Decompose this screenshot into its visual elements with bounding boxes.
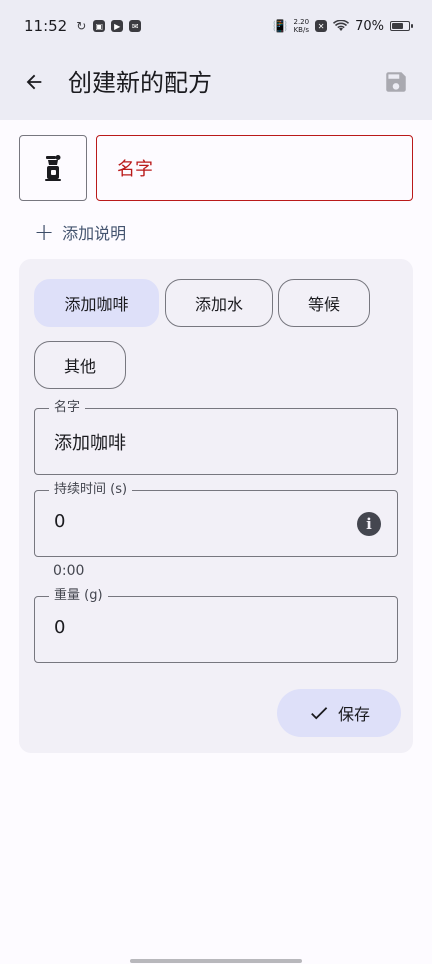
- status-right: 📳 2.20 KB/s ✕ 70%: [272, 18, 413, 34]
- network-speed: 2.20 KB/s: [294, 18, 310, 34]
- status-bar: 11:52 ↻ ▣ ▶ ✉ 📳 2.20 KB/s ✕ 70%: [0, 0, 432, 52]
- save-recipe-button[interactable]: [380, 66, 412, 98]
- duration-value: 0: [54, 511, 66, 532]
- network-speed-unit: KB/s: [293, 26, 309, 34]
- sync-icon: ↻: [76, 19, 87, 33]
- check-icon: [311, 707, 328, 720]
- app-notification-icon: ▣: [93, 20, 106, 32]
- status-left: 11:52 ↻ ▣ ▶ ✉: [24, 17, 142, 35]
- coffee-grinder-icon: [45, 155, 61, 181]
- play-icon: ▶: [111, 20, 124, 32]
- recipe-name-input[interactable]: 名字: [96, 135, 413, 201]
- save-step-label: 保存: [337, 705, 370, 724]
- weight-value: 0: [54, 617, 66, 638]
- chip-add-water[interactable]: 添加水: [165, 279, 273, 327]
- info-icon[interactable]: i: [357, 512, 381, 536]
- app-bar: 创建新的配方: [0, 52, 432, 120]
- no-sim-icon: ✕: [315, 20, 328, 32]
- step-name-value: 添加咖啡: [54, 433, 126, 454]
- duration-label: 持续时间 (s): [49, 481, 133, 499]
- step-name-field[interactable]: 名字 添加咖啡: [34, 399, 398, 475]
- step-editor-card: 添加咖啡 添加水 等候 其他 名字 添加咖啡 持续时间 (s) 0 i 0:00…: [19, 259, 413, 753]
- wifi-icon: [333, 20, 350, 31]
- battery-percent: 70%: [355, 18, 384, 34]
- back-button[interactable]: [18, 66, 50, 98]
- status-time: 11:52: [24, 17, 68, 35]
- network-speed-value: 2.20: [293, 18, 310, 26]
- duration-field[interactable]: 持续时间 (s) 0 i: [34, 481, 398, 557]
- arrow-back-icon: [26, 74, 42, 90]
- page-title: 创建新的配方: [68, 69, 212, 97]
- weight-field[interactable]: 重量 (g) 0: [34, 587, 398, 663]
- add-description-button[interactable]: + 添加说明: [34, 218, 126, 246]
- message-icon: ✉: [129, 20, 142, 32]
- gesture-nav-handle[interactable]: [130, 959, 302, 963]
- plus-icon: +: [34, 218, 55, 246]
- step-name-label: 名字: [49, 399, 86, 417]
- battery-fill: [392, 23, 404, 29]
- vibrate-icon: 📳: [272, 19, 288, 33]
- recipe-icon-picker[interactable]: [19, 135, 87, 201]
- battery-icon: [390, 21, 413, 31]
- chip-add-coffee[interactable]: 添加咖啡: [34, 279, 159, 327]
- chip-other[interactable]: 其他: [34, 341, 126, 389]
- chip-wait[interactable]: 等候: [278, 279, 370, 327]
- floppy-disk-icon: [386, 72, 406, 92]
- save-step-button[interactable]: 保存: [277, 689, 401, 737]
- add-description-label: 添加说明: [62, 224, 127, 243]
- weight-label: 重量 (g): [49, 587, 108, 605]
- duration-helper-text: 0:00: [53, 563, 85, 579]
